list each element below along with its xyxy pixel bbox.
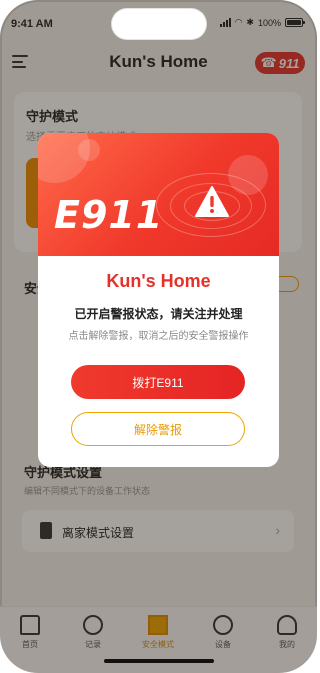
- home-indicator: [104, 659, 214, 663]
- alarm-banner: E911: [38, 133, 279, 256]
- banner-e911-text: E911: [54, 193, 164, 237]
- warning-icon: [195, 186, 229, 217]
- dialog-message: 已开启警报状态，请关注并处理: [74, 307, 243, 321]
- phone-screen: 9:41 AM ◠ ✱ 100% Kun's Home ☎ 911 守护模式 选…: [0, 0, 317, 673]
- dialog-title: Kun's Home: [106, 271, 211, 291]
- dismiss-alarm-button[interactable]: 解除警报: [71, 412, 245, 446]
- alarm-dialog: E911 Kun's Home 已开启警报状态，请关注并处理 点击解除警报，取消…: [38, 133, 279, 467]
- dial-e911-button[interactable]: 拨打E911: [71, 365, 245, 399]
- dynamic-island: [112, 9, 206, 39]
- dialog-hint: 点击解除警报，取消之后的安全警报操作: [68, 331, 249, 342]
